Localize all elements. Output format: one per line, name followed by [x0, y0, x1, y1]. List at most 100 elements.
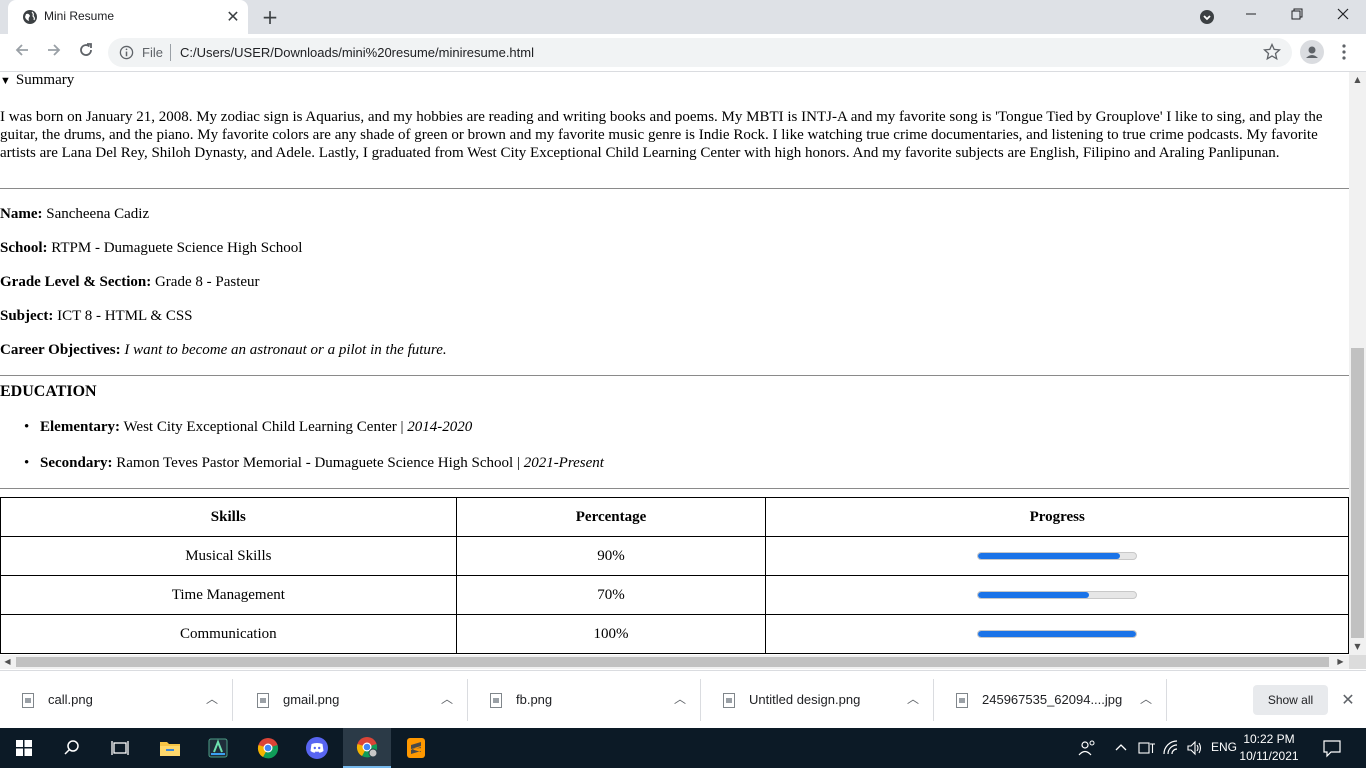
chevron-up-icon[interactable]: ︿: [204, 691, 220, 707]
header-percentage: Percentage: [455, 497, 767, 537]
progress-bar: [977, 591, 1138, 600]
globe-icon: [23, 10, 37, 24]
more-menu-icon[interactable]: [1340, 42, 1348, 62]
show-all-downloads-button[interactable]: Show all: [1253, 685, 1328, 715]
store-app-button[interactable]: [194, 728, 242, 768]
name-label: Name:: [0, 206, 43, 222]
discord-icon: [306, 737, 328, 759]
chrome-active-taskbar-button[interactable]: [343, 728, 391, 768]
people-icon[interactable]: [1078, 739, 1096, 757]
school-label: School:: [0, 240, 48, 256]
vertical-scrollbar[interactable]: ▲ ▼: [1349, 72, 1366, 655]
download-filename: 245967535_62094....jpg: [982, 692, 1123, 707]
table-row: Time Management 70%: [0, 575, 1349, 615]
chevron-up-icon[interactable]: ︿: [439, 691, 455, 707]
download-item[interactable]: 245967535_62094....jpg ︿: [934, 679, 1167, 721]
progress-fill: [978, 553, 1121, 560]
notification-icon[interactable]: [1322, 738, 1342, 758]
clock[interactable]: 10:22 PM 10/11/2021: [1236, 731, 1302, 765]
profile-avatar-icon[interactable]: [1300, 40, 1324, 64]
info-career: Career Objectives: I want to become an a…: [0, 342, 447, 359]
new-tab-button[interactable]: +: [258, 5, 282, 29]
tab-mini-resume[interactable]: Mini Resume ✕: [8, 0, 248, 34]
download-item[interactable]: fb.png ︿: [468, 679, 701, 721]
scroll-left-icon[interactable]: ◀: [3, 657, 12, 666]
divider: [170, 44, 171, 61]
forward-button[interactable]: [42, 41, 66, 65]
input-method-icon[interactable]: [1138, 740, 1156, 756]
download-item[interactable]: Untitled design.png ︿: [701, 679, 934, 721]
education-level: Secondary:: [40, 455, 113, 471]
search-button[interactable]: [48, 728, 96, 768]
close-downloads-bar-icon[interactable]: ✕: [1338, 690, 1358, 710]
chevron-up-icon[interactable]: ︿: [1138, 691, 1154, 707]
table-header-row: Skills Percentage Progress: [0, 497, 1349, 537]
download-filename: Untitled design.png: [749, 692, 861, 707]
divider: [0, 488, 1349, 489]
sublime-text-taskbar-button[interactable]: [392, 728, 440, 768]
chevron-up-icon[interactable]: ︿: [672, 691, 688, 707]
volume-icon[interactable]: [1186, 739, 1204, 757]
school-value: RTPM - Dumaguete Science High School: [51, 240, 303, 256]
task-view-icon: [111, 741, 129, 755]
horizontal-scroll-thumb[interactable]: [16, 657, 1329, 667]
chevron-up-icon[interactable]: ︿: [905, 691, 921, 707]
app-store-icon: [208, 738, 228, 758]
chrome-taskbar-button[interactable]: [244, 728, 292, 768]
image-file-icon: [956, 693, 968, 708]
image-file-icon: [22, 693, 34, 708]
back-button[interactable]: [10, 41, 34, 65]
language-indicator[interactable]: ENG: [1211, 740, 1237, 754]
subject-label: Subject:: [0, 308, 54, 324]
bookmark-star-icon[interactable]: [1263, 43, 1281, 61]
download-item[interactable]: call.png ︿: [0, 679, 233, 721]
grade-value: Grade 8 - Pasteur: [154, 274, 260, 290]
discord-taskbar-button[interactable]: [293, 728, 341, 768]
image-file-icon: [257, 693, 269, 708]
chevron-up-icon[interactable]: [1114, 741, 1128, 755]
task-view-button[interactable]: [96, 728, 144, 768]
career-value: I want to become an astronaut or a pilot…: [124, 342, 447, 358]
divider: [0, 188, 1349, 189]
image-file-icon: [723, 693, 735, 708]
subject-value: ICT 8 - HTML & CSS: [57, 308, 193, 324]
minimize-button[interactable]: [1236, 4, 1266, 28]
table-row: Musical Skills 90%: [0, 536, 1349, 576]
search-icon: [64, 740, 79, 755]
progress-fill: [978, 631, 1137, 638]
scroll-down-icon[interactable]: ▼: [1353, 642, 1362, 651]
file-explorer-button[interactable]: [146, 728, 194, 768]
grade-label: Grade Level & Section:: [0, 274, 152, 290]
minimize-icon: [1246, 13, 1256, 15]
reload-button[interactable]: [74, 41, 98, 65]
tab-search-icon[interactable]: [1199, 9, 1215, 25]
scroll-right-icon[interactable]: ▶: [1336, 657, 1345, 666]
scroll-up-icon[interactable]: ▲: [1353, 75, 1362, 84]
info-icon[interactable]: [119, 45, 134, 60]
skills-table: Skills Percentage Progress Musical Skill…: [0, 497, 1349, 654]
arrow-right-icon: [48, 44, 61, 56]
skill-name: Time Management: [0, 575, 457, 615]
education-item: • Secondary: Ramon Teves Pastor Memorial…: [24, 455, 604, 472]
close-window-button[interactable]: [1328, 4, 1358, 28]
disclosure-triangle-icon: ▼: [0, 75, 11, 87]
close-tab-icon[interactable]: ✕: [223, 7, 243, 27]
horizontal-scrollbar[interactable]: ◀ ▶: [0, 655, 1349, 669]
download-item[interactable]: gmail.png ︿: [235, 679, 468, 721]
bullet-icon: •: [24, 455, 30, 471]
vertical-scroll-thumb[interactable]: [1351, 348, 1364, 638]
table-row: Communication 100%: [0, 614, 1349, 654]
download-filename: gmail.png: [283, 692, 340, 707]
wifi-icon[interactable]: [1162, 739, 1180, 757]
start-button[interactable]: [0, 728, 48, 768]
address-bar[interactable]: File C:/Users/USER/Downloads/mini%20resu…: [108, 38, 1292, 67]
header-skills: Skills: [0, 497, 457, 537]
info-name: Name: Sancheena Cadiz: [0, 206, 149, 223]
header-progress: Progress: [765, 497, 1349, 537]
reload-icon: [80, 43, 92, 56]
education-years: 2014-2020: [407, 419, 473, 435]
restore-button[interactable]: [1282, 4, 1312, 28]
url-text[interactable]: C:/Users/USER/Downloads/mini%20resume/mi…: [180, 45, 534, 60]
tab-title: Mini Resume: [44, 9, 115, 23]
summary-toggle[interactable]: ▼ Summary: [0, 72, 74, 90]
